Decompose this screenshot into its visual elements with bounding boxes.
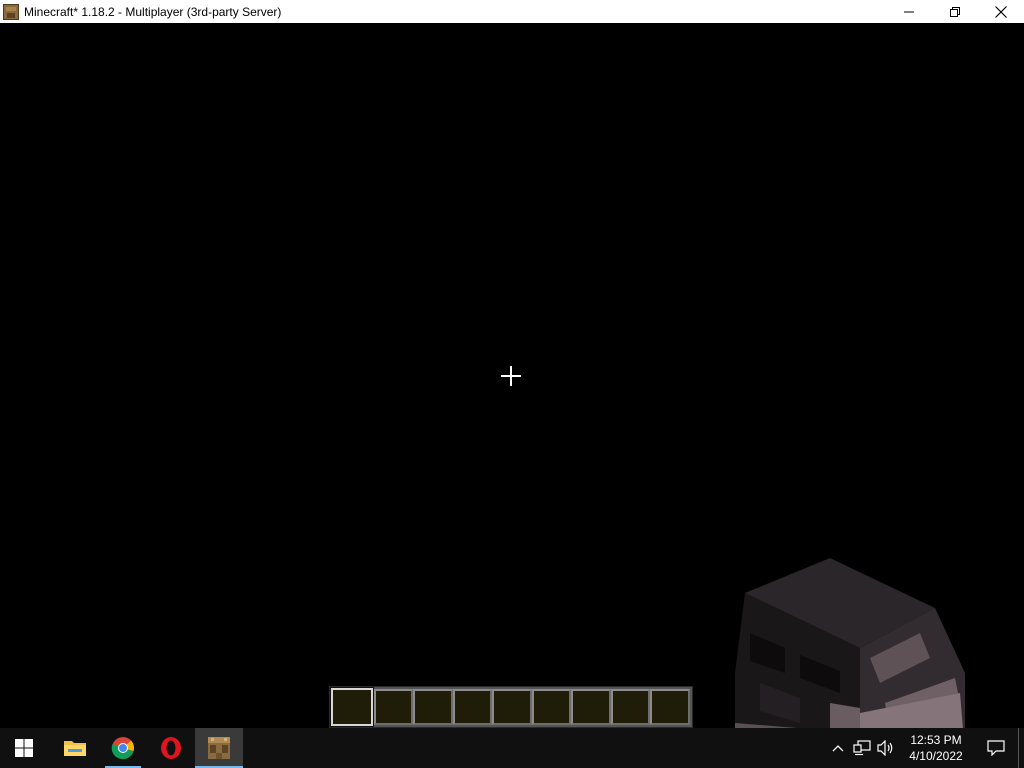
- volume-icon: [877, 740, 893, 756]
- hotbar-slot-4[interactable]: [452, 689, 493, 725]
- show-hidden-icons-button[interactable]: [826, 728, 850, 768]
- minecraft-window: Minecraft* 1.18.2 - Multiplayer (3rd-par…: [0, 0, 1024, 728]
- chrome-icon: [111, 737, 134, 760]
- enderman-head: [735, 558, 965, 728]
- title-bar[interactable]: Minecraft* 1.18.2 - Multiplayer (3rd-par…: [0, 0, 1024, 23]
- start-button[interactable]: [0, 728, 48, 768]
- show-desktop-button[interactable]: [1018, 728, 1024, 768]
- restore-icon: [950, 6, 960, 17]
- chevron-up-icon: [832, 745, 844, 752]
- window-controls: [886, 0, 1024, 23]
- crafting-table-icon: [208, 737, 230, 759]
- crosshair-icon: [501, 366, 521, 386]
- hotbar-slot-6[interactable]: [531, 689, 572, 725]
- taskbar: 12:53 PM 4/10/2022: [0, 728, 1024, 768]
- game-viewport[interactable]: [0, 23, 1024, 728]
- windows-logo-icon: [15, 739, 33, 757]
- crafting-table-icon: [3, 3, 19, 20]
- minimize-icon: [904, 11, 914, 12]
- taskbar-clock[interactable]: 12:53 PM 4/10/2022: [898, 732, 974, 764]
- window-title: Minecraft* 1.18.2 - Multiplayer (3rd-par…: [24, 4, 282, 19]
- hotbar: [329, 686, 693, 728]
- hotbar-slot-8[interactable]: [610, 689, 651, 725]
- clock-date: 4/10/2022: [909, 749, 963, 763]
- hotbar-slot-1[interactable]: [330, 687, 374, 727]
- minimize-button[interactable]: [886, 0, 932, 23]
- opera-icon: [161, 737, 181, 759]
- network-icon: [853, 740, 871, 756]
- hotbar-slot-5[interactable]: [492, 689, 532, 725]
- taskbar-chrome[interactable]: [99, 728, 147, 768]
- folder-icon: [64, 741, 86, 756]
- hotbar-slot-2[interactable]: [373, 689, 414, 725]
- taskbar-minecraft[interactable]: [195, 728, 243, 768]
- taskbar-file-explorer[interactable]: [51, 728, 99, 768]
- taskbar-opera[interactable]: [147, 728, 195, 768]
- close-button[interactable]: [978, 0, 1024, 23]
- system-tray: 12:53 PM 4/10/2022: [826, 728, 1024, 768]
- close-icon: [995, 5, 1007, 18]
- hotbar-slot-3[interactable]: [413, 689, 453, 725]
- hotbar-slot-7[interactable]: [571, 689, 611, 725]
- restore-button[interactable]: [932, 0, 978, 23]
- volume-button[interactable]: [874, 728, 898, 768]
- clock-time: 12:53 PM: [910, 733, 962, 747]
- action-center-button[interactable]: [974, 728, 1018, 768]
- hotbar-slot-9[interactable]: [650, 689, 691, 725]
- notification-icon: [987, 740, 1005, 756]
- network-button[interactable]: [850, 728, 874, 768]
